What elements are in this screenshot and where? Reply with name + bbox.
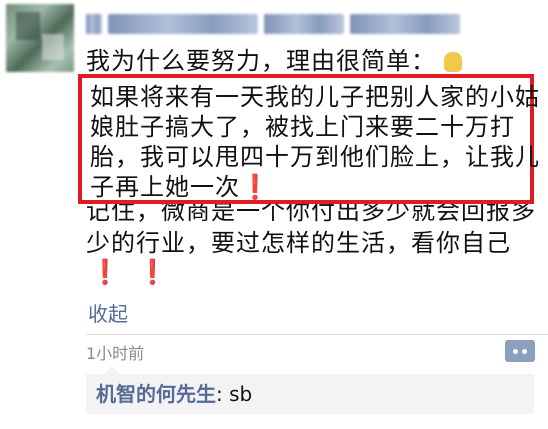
- avatar[interactable]: [6, 4, 74, 72]
- comment: 机智的何先生: sb: [96, 381, 252, 407]
- highlight-box: 如果将来有一天我的儿子把别人家的小姑 娘肚子搞大了，被找上门来要二十万打 胎，我…: [78, 74, 539, 204]
- comment-author[interactable]: 机智的何先生: [96, 382, 216, 406]
- post-text-line: 我为什么要努力，理由很简单：: [86, 46, 462, 76]
- username-blurred[interactable]: [86, 8, 536, 40]
- comment-dots-icon[interactable]: [505, 340, 535, 362]
- name-fragment: [350, 14, 460, 34]
- comment-text: sb: [229, 382, 253, 406]
- highlight-text: 子再上她一次: [90, 173, 240, 201]
- highlight-line: 娘肚子搞大了，被找上门来要二十万打: [90, 113, 515, 141]
- collapse-link[interactable]: 收起: [88, 301, 128, 327]
- exclamation-icons: ❗❗: [90, 258, 186, 286]
- exclamation-icon: ❗: [240, 173, 271, 201]
- comment-area: 机智的何先生: sb: [86, 366, 534, 414]
- divider: [86, 334, 548, 335]
- name-fragment: [108, 14, 258, 34]
- timestamp: 1小时前: [86, 344, 145, 363]
- post-text: 我为什么要努力，理由很简单：: [86, 47, 436, 75]
- post-text-line: 少的行业，要过怎样的生活，看你自己: [86, 229, 511, 257]
- dot: [513, 348, 518, 354]
- highlight-line: 胎，我可以甩四十万到他们脸上，让我儿: [90, 143, 540, 171]
- highlight-line: 如果将来有一天我的儿子把别人家的小姑: [90, 83, 540, 111]
- comment-separator: :: [216, 382, 230, 406]
- name-fragment: [264, 14, 344, 34]
- highlight-line: 子再上她一次❗: [90, 172, 271, 202]
- name-fragment: [86, 14, 102, 34]
- hand-emoji-icon: [444, 52, 462, 72]
- dot: [522, 348, 527, 354]
